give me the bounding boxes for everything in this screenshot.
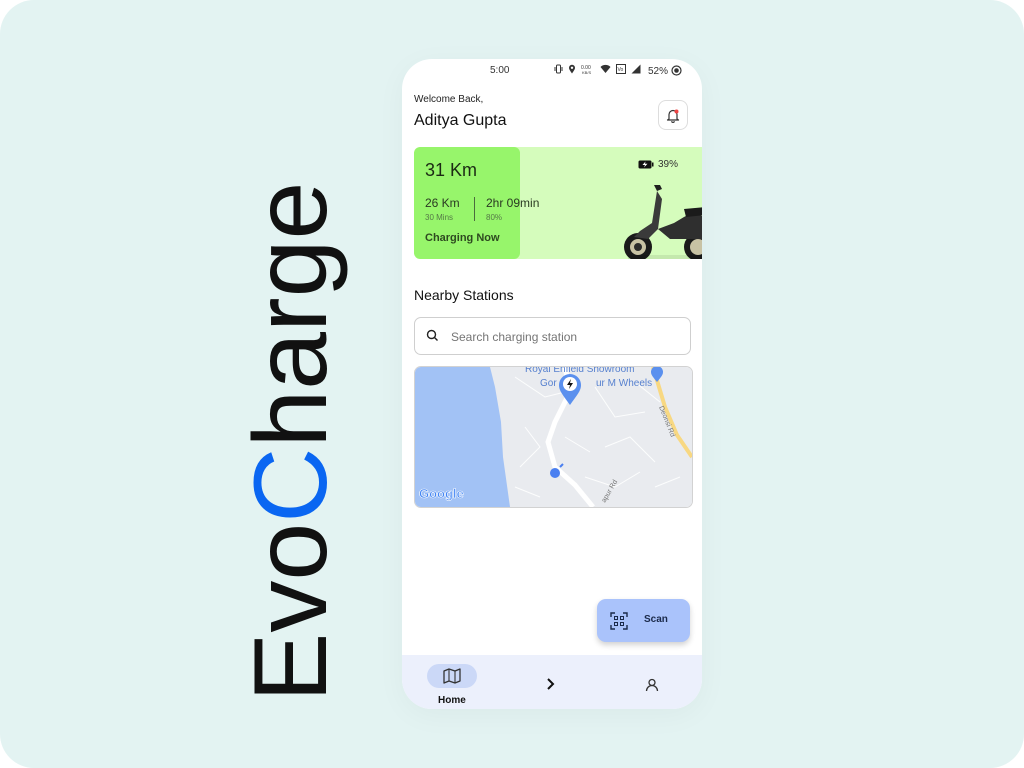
net-speed-icon: 0.00KB/S (581, 65, 591, 74)
vehicle-status-card[interactable]: 31 Km 26 Km 30 Mins Charging Now 2hr 09m… (414, 147, 702, 259)
metric-time-value: 2hr 09min (486, 196, 540, 210)
nav-home-button[interactable] (427, 664, 477, 688)
map-poi-label-2: Gor (540, 378, 557, 389)
notification-button[interactable] (658, 100, 688, 130)
map-poi-label-3: ur M Wheels (596, 378, 652, 389)
stations-map[interactable]: Royal Enfield Showroom Gor ur M Wheels D… (414, 366, 693, 508)
search-icon (426, 329, 438, 341)
map-poi-label-1: Royal Enfield Showroom (525, 367, 635, 375)
status-icons: 0.00 KB/S Vo (554, 64, 641, 74)
metric-distance-value: 26 Km (425, 196, 460, 210)
battery-charging-icon (638, 160, 654, 169)
bottom-navigation: Home (402, 655, 702, 709)
vehicle-battery-level: 39% (658, 159, 679, 170)
brand-accent: C (233, 448, 349, 523)
brand-logo: EvoCharge (233, 182, 349, 702)
chevron-right-icon[interactable] (546, 678, 556, 690)
battery-percent: 52% (648, 65, 682, 77)
battery-percent-text: 52% (648, 66, 669, 77)
brand-prefix: Evo (233, 523, 349, 702)
wifi-icon (600, 64, 611, 73)
signal-icon (631, 64, 641, 74)
nearby-stations-title: Nearby Stations (414, 287, 514, 303)
background: EvoCharge 5:00 0.00 KB/S Vo 52% Welcome B… (0, 0, 1024, 768)
location-icon (569, 64, 575, 74)
user-name: Aditya Gupta (414, 112, 507, 129)
google-logo: Google (419, 486, 464, 501)
svg-text:KB/S: KB/S (582, 70, 591, 74)
svg-text:EvoCharge: EvoCharge (233, 182, 349, 702)
volte-icon: Vo (616, 64, 626, 74)
map-icon (443, 668, 461, 684)
metric-divider (474, 197, 475, 221)
profile-icon[interactable] (645, 678, 659, 692)
scan-button[interactable]: Scan (597, 599, 690, 642)
scan-label: Scan (644, 614, 668, 625)
nav-home-label[interactable]: Home (438, 695, 466, 706)
brand-suffix: harge (233, 182, 349, 448)
battery-saver-icon (671, 65, 682, 76)
range-value: 31 Km (425, 160, 478, 180)
station-search-box[interactable] (414, 317, 691, 355)
map-canvas[interactable]: Royal Enfield Showroom Gor ur M Wheels D… (415, 367, 692, 507)
phone-screen: 5:00 0.00 KB/S Vo 52% Welcome Back, Adity… (402, 59, 702, 709)
svg-text:Vo: Vo (618, 67, 624, 73)
charging-status: Charging Now (425, 232, 500, 244)
station-search-input[interactable] (449, 326, 683, 348)
status-bar: 5:00 0.00 KB/S Vo 52% (402, 59, 702, 83)
vehicle-battery-indicator: 39% (638, 159, 678, 170)
scooter-image (624, 185, 702, 259)
metric-time-sub: 80% (486, 213, 503, 222)
welcome-text: Welcome Back, (414, 94, 484, 105)
metric-distance-sub: 30 Mins (425, 213, 454, 222)
status-time: 5:00 (490, 65, 510, 76)
vibrate-icon (554, 64, 563, 74)
bell-icon (666, 109, 680, 123)
qr-scan-icon (610, 612, 628, 630)
